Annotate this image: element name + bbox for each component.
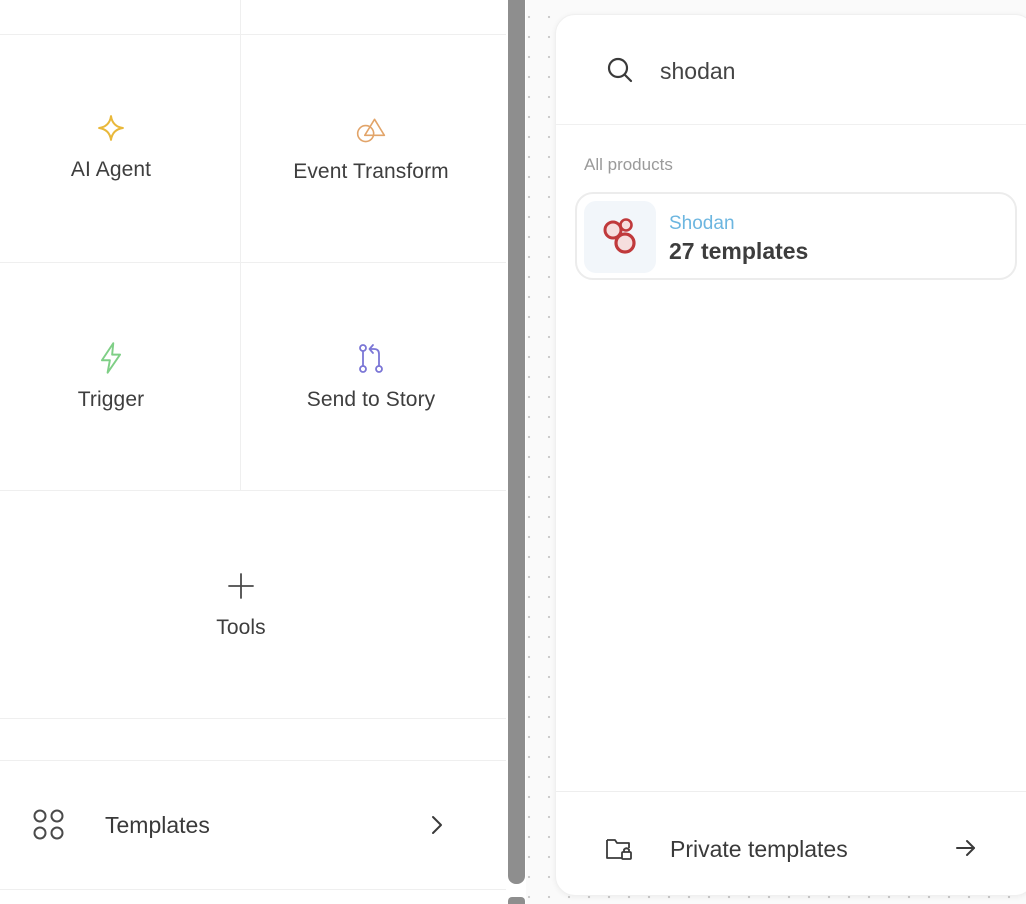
result-name: Shodan [669,213,735,234]
private-templates-label: Private templates [670,836,848,862]
template-search-panel: All products Shodan 27 templates Private… [555,14,1026,896]
shodan-logo [584,201,656,273]
result-template-count: 27 templates [669,238,809,264]
tile-event-transform[interactable]: Event Transform [260,114,482,184]
plus-icon [225,570,257,602]
tile-label: Send to Story [306,388,436,411]
search-icon [606,56,634,89]
divider [240,0,241,34]
divider [0,262,506,263]
shapes-icon [355,114,387,146]
divider [0,718,506,719]
tile-tools[interactable]: Tools [130,570,352,640]
grid-circles-icon [32,808,66,847]
section-label: All products [584,155,673,174]
action-palette: AI Agent Event Transform Trigger Send to… [0,0,506,904]
search-input[interactable] [660,51,1000,91]
sparkle-icon [95,112,127,144]
arrow-right-icon [954,837,978,864]
lightning-icon [95,342,127,374]
folder-lock-icon [605,836,633,867]
search-bar [556,15,1026,125]
tile-send-to-story[interactable]: Send to Story [260,342,482,412]
scrollbar-thumb-end[interactable] [508,897,525,904]
divider [240,34,241,490]
templates-label: Templates [105,812,210,838]
tile-trigger[interactable]: Trigger [0,342,222,412]
chevron-right-icon [428,814,446,841]
git-branch-icon [355,342,387,374]
divider [0,34,506,35]
private-templates-row[interactable]: Private templates [556,791,1026,895]
tile-label: Tools [216,616,266,639]
tile-label: Event Transform [293,160,449,183]
scrollbar-thumb[interactable] [508,0,525,884]
divider [0,490,506,491]
tile-ai-agent[interactable]: AI Agent [0,112,222,182]
tile-label: AI Agent [70,158,152,181]
search-result-card[interactable]: Shodan 27 templates [575,192,1017,280]
templates-row[interactable]: Templates [0,760,506,890]
tile-label: Trigger [77,388,145,411]
